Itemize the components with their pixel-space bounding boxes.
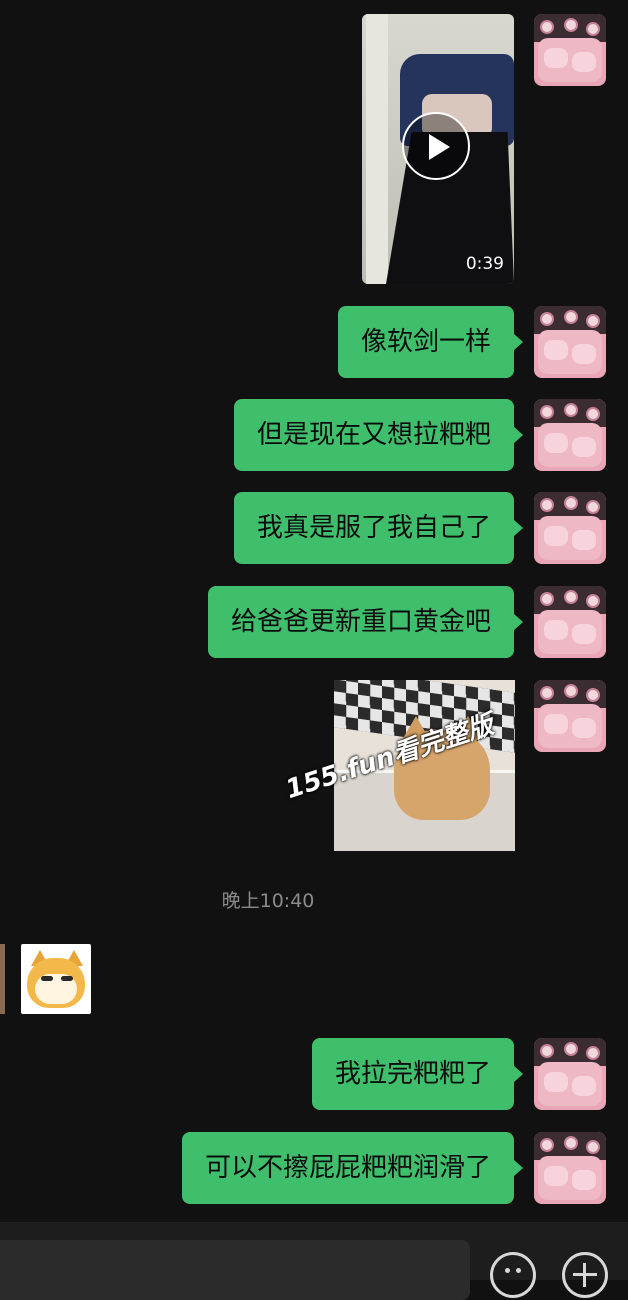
message-text: 给爸爸更新重口黄金吧 bbox=[230, 607, 491, 637]
emoji-icon[interactable] bbox=[490, 1252, 536, 1298]
message-bubble[interactable]: 我真是服了我自己了 bbox=[233, 492, 524, 564]
message-text: 但是现在又想拉粑粑 bbox=[256, 420, 491, 450]
message-text: 像软剑一样 bbox=[360, 327, 491, 357]
avatar[interactable] bbox=[534, 399, 606, 471]
avatar[interactable] bbox=[534, 680, 606, 752]
contact-avatar-edge[interactable] bbox=[0, 944, 5, 1014]
play-icon[interactable] bbox=[402, 112, 470, 180]
message-input[interactable] bbox=[0, 1240, 470, 1300]
message-bubble[interactable]: 给爸爸更新重口黄金吧 bbox=[207, 586, 524, 658]
chat-area[interactable]: 0:39 像软剑一样 但是现在又想拉粑粑 我真是服了我自己了 给爸爸更新重口黄金 bbox=[0, 0, 628, 1222]
plus-icon[interactable] bbox=[562, 1252, 608, 1298]
avatar[interactable] bbox=[534, 586, 606, 658]
message-bubble[interactable]: 可以不擦屁屁粑粑润滑了 bbox=[181, 1132, 524, 1204]
message-bubble[interactable]: 但是现在又想拉粑粑 bbox=[233, 399, 524, 471]
video-duration: 0:39 bbox=[465, 254, 504, 274]
avatar[interactable] bbox=[534, 1132, 606, 1204]
video-message[interactable]: 0:39 bbox=[362, 14, 514, 284]
doge-sticker[interactable] bbox=[21, 944, 91, 1014]
avatar[interactable] bbox=[534, 14, 606, 86]
message-text: 可以不擦屁屁粑粑润滑了 bbox=[204, 1153, 491, 1183]
message-bubble[interactable]: 我拉完粑粑了 bbox=[311, 1038, 524, 1110]
message-bubble[interactable]: 像软剑一样 bbox=[337, 306, 524, 378]
timestamp: 晚上10:40 bbox=[221, 890, 315, 912]
message-text: 我拉完粑粑了 bbox=[334, 1059, 491, 1089]
avatar[interactable] bbox=[534, 492, 606, 564]
video-thumbnail-detail bbox=[366, 14, 388, 284]
avatar[interactable] bbox=[534, 306, 606, 378]
avatar[interactable] bbox=[534, 1038, 606, 1110]
message-text: 我真是服了我自己了 bbox=[256, 513, 491, 543]
